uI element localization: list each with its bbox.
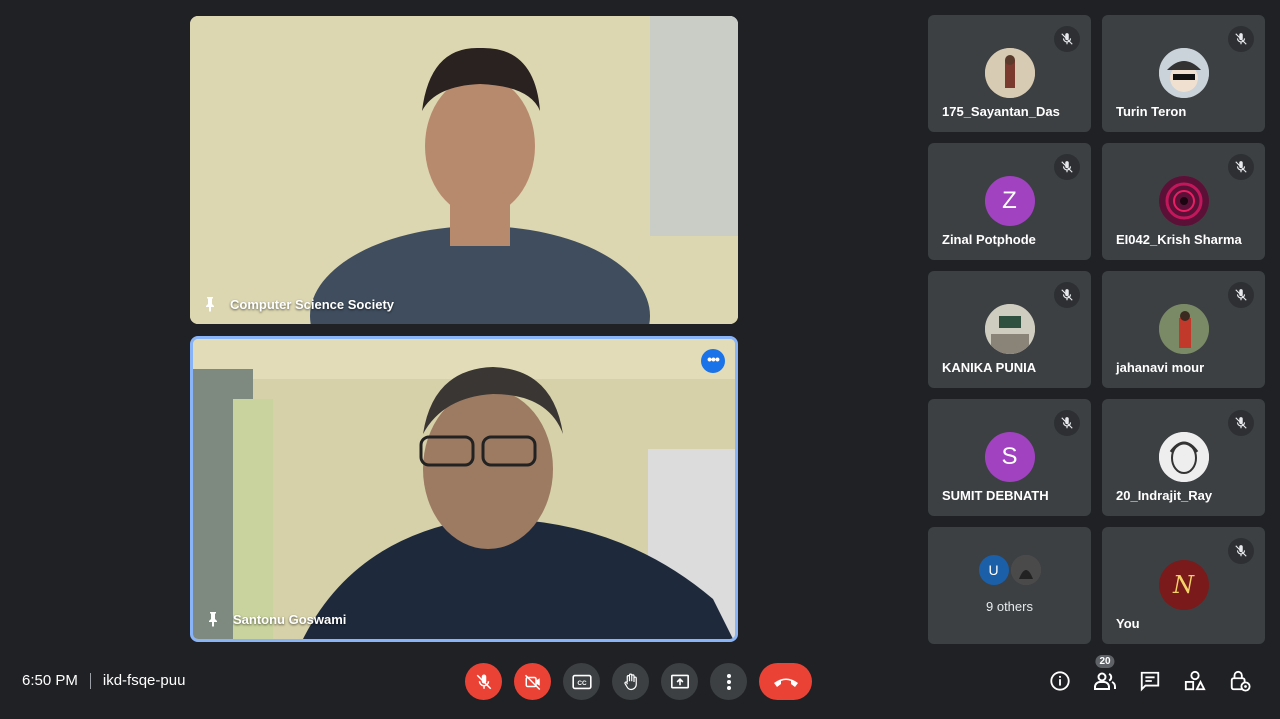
tile-label: Computer Science Society [202,296,394,312]
tile-label: Santonu Goswami [205,611,346,627]
video-tile-computer-science-society[interactable]: Computer Science Society [190,16,738,324]
participant-name: Zinal Potphode [942,232,1036,247]
camera-off-icon [524,674,540,690]
participant-tile[interactable]: Turin Teron [1102,15,1265,132]
people-button[interactable]: 20 [1093,655,1117,695]
avatar [1010,555,1041,585]
participant-tile[interactable]: Z Zinal Potphode [928,143,1091,260]
mic-off-icon [1228,410,1254,436]
info-icon [1050,671,1070,691]
video-feed [190,16,738,324]
participant-count-badge: 20 [1095,655,1115,668]
mic-off-icon [476,674,491,689]
captions-icon: CC [571,674,592,689]
pin-icon[interactable] [205,611,221,627]
participant-tile[interactable]: EI042_Krish Sharma [1102,143,1265,260]
mic-toggle-button[interactable] [465,663,502,700]
participant-name: EI042_Krish Sharma [1116,232,1242,247]
activities-button[interactable] [1183,667,1207,695]
participant-grid: 175_Sayantan_Das Turin Teron Z Zinal Pot… [928,15,1265,644]
avatar [1158,176,1209,226]
chat-icon [1140,671,1160,692]
mic-off-icon [1228,154,1254,180]
participant-tile[interactable]: jahanavi mour [1102,271,1265,388]
mic-off-icon [1228,538,1254,564]
svg-text:CC: CC [577,680,587,687]
tile-name: Computer Science Society [230,296,394,312]
meeting-time: 6:50 PM [22,672,78,689]
meet-stage: Computer Science Society ••• Santonu Gos… [0,0,1280,719]
participant-name: Turin Teron [1116,104,1187,119]
video-feed [193,339,735,639]
participant-name: You [1116,616,1140,631]
activities-icon [1184,670,1206,691]
participant-name: jahanavi mour [1116,360,1205,375]
mic-off-icon [1054,26,1080,52]
present-button[interactable] [661,663,698,700]
host-controls-icon [1230,670,1251,692]
meeting-info-button[interactable] [1048,667,1072,695]
captions-button[interactable]: CC [563,663,600,700]
participant-name: SUMIT DEBNATH [942,488,1049,503]
avatar: Z [984,176,1035,226]
tile-options-button[interactable]: ••• [701,349,725,373]
mic-off-icon [1054,282,1080,308]
participant-tile[interactable]: 175_Sayantan_Das [928,15,1091,132]
self-tile[interactable]: N You [1102,527,1265,644]
participant-tile[interactable]: KANIKA PUNIA [928,271,1091,388]
side-panel-controls: 20 [1048,655,1252,695]
avatar-initial: U [988,562,999,578]
participant-tile[interactable]: S SUMIT DEBNATH [928,399,1091,516]
mic-off-icon [1054,410,1080,436]
avatar: N [1158,560,1209,610]
avatar [984,48,1035,98]
tile-name: Santonu Goswami [233,611,347,627]
avatar-initial: Z [1002,187,1017,214]
avatar: U [978,555,1009,585]
call-controls: CC [465,663,812,700]
meeting-code[interactable]: ikd-fsqe-puu [103,672,186,689]
host-controls-button[interactable] [1228,667,1252,695]
divider [89,672,91,689]
avatar [1158,304,1209,354]
avatar [984,304,1035,354]
others-tile[interactable]: U 9 others [928,527,1091,644]
avatar [1158,432,1209,482]
more-vert-icon [726,673,731,690]
leave-call-button[interactable] [759,663,812,700]
chat-button[interactable] [1138,667,1162,695]
avatar [1158,48,1209,98]
end-call-icon [773,678,798,687]
raise-hand-icon [623,673,637,690]
camera-toggle-button[interactable] [514,663,551,700]
participant-name: 175_Sayantan_Das [942,104,1060,119]
more-options-button[interactable] [710,663,747,700]
video-tile-santonu-goswami[interactable]: ••• Santonu Goswami [190,336,738,642]
others-avatars: U [978,555,1041,585]
raise-hand-button[interactable] [612,663,649,700]
participant-name: KANIKA PUNIA [942,360,1037,375]
people-icon [1094,672,1116,690]
others-count: 9 others [986,599,1033,614]
participant-tile[interactable]: 20_Indrajit_Ray [1102,399,1265,516]
mic-off-icon [1228,26,1254,52]
avatar-initial: S [1001,443,1018,470]
meeting-details: 6:50 PM ikd-fsqe-puu [22,672,185,689]
pin-icon[interactable] [202,296,218,312]
avatar-initial: N [1173,571,1194,599]
avatar: S [984,432,1035,482]
mic-off-icon [1228,282,1254,308]
mic-off-icon [1054,154,1080,180]
present-icon [670,674,689,689]
participant-name: 20_Indrajit_Ray [1116,488,1213,503]
